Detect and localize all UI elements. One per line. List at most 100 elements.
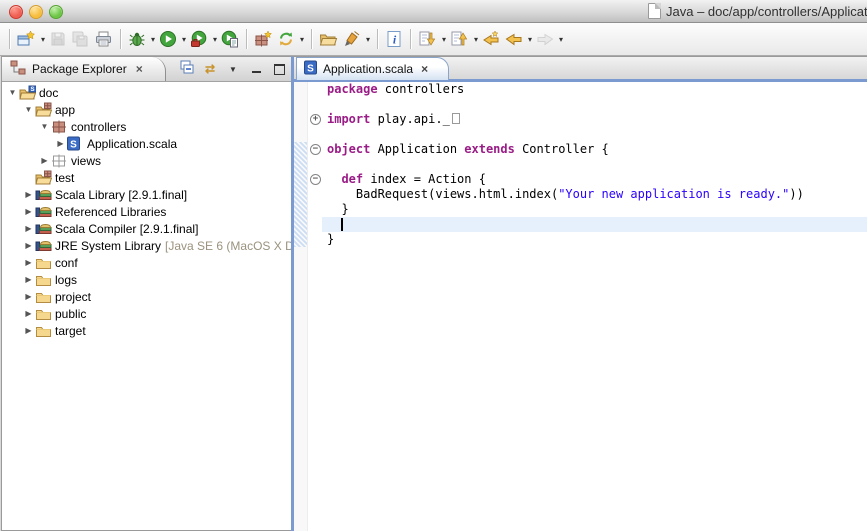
view-menu-button[interactable]: ▼ <box>225 61 241 77</box>
tree-item-application-scala[interactable]: ▶SApplication.scala <box>2 135 291 152</box>
debug-dropdown[interactable]: ▾ <box>149 35 157 44</box>
zoom-window-button[interactable] <box>49 5 63 19</box>
fold-collapse-icon[interactable]: − <box>310 144 321 155</box>
run-external-tools-dropdown[interactable]: ▾ <box>211 35 219 44</box>
code-text <box>327 172 341 186</box>
tree-item-scala-library-2-9-1-final[interactable]: ▶Scala Library [2.9.1.final] <box>2 186 291 203</box>
refresh-button[interactable] <box>275 27 297 51</box>
chevron-collapsed-icon[interactable]: ▶ <box>22 309 35 318</box>
tree-item-controllers[interactable]: ▼ controllers <box>2 118 291 135</box>
chevron-collapsed-icon[interactable]: ▶ <box>22 258 35 267</box>
code-keyword: def <box>341 172 363 186</box>
tree-item-logs[interactable]: ▶logs <box>2 271 291 288</box>
code-keyword: extends <box>464 142 515 156</box>
tree-item-app[interactable]: ▼app <box>2 101 291 118</box>
collapse-all-button[interactable] <box>179 61 195 77</box>
debug-bug-icon <box>128 30 146 48</box>
chevron-collapsed-icon[interactable]: ▶ <box>22 224 35 233</box>
back-button[interactable] <box>503 27 525 51</box>
run-file-button[interactable] <box>219 27 241 51</box>
collapsed-region-icon[interactable] <box>452 113 460 124</box>
tree-item-label: Scala Compiler [2.9.1.final] <box>55 222 198 236</box>
tree-item-public[interactable]: ▶public <box>2 305 291 322</box>
refresh-dropdown[interactable]: ▾ <box>298 35 306 44</box>
next-annotation-button[interactable] <box>416 27 439 51</box>
fold-expand-icon[interactable]: + <box>310 114 321 125</box>
close-icon[interactable]: × <box>421 62 428 76</box>
chevron-collapsed-icon[interactable]: ▶ <box>22 207 35 216</box>
tree-item-label: Referenced Libraries <box>55 205 166 219</box>
tree-item-conf[interactable]: ▶conf <box>2 254 291 271</box>
run-dropdown[interactable]: ▾ <box>180 35 188 44</box>
code-line[interactable]: } <box>322 232 867 247</box>
code-line[interactable]: package controllers <box>322 82 867 97</box>
close-window-button[interactable] <box>9 5 23 19</box>
run-button[interactable] <box>157 27 179 51</box>
tree-item-views[interactable]: ▶views <box>2 152 291 169</box>
last-edit-location-button[interactable] <box>480 27 503 51</box>
tree-item-target[interactable]: ▶target <box>2 322 291 339</box>
tab-package-explorer[interactable]: Package Explorer × <box>2 57 166 81</box>
search-button[interactable] <box>340 27 363 51</box>
chevron-collapsed-icon[interactable]: ▶ <box>22 275 35 284</box>
chevron-collapsed-icon[interactable]: ▶ <box>54 139 67 148</box>
chevron-collapsed-icon[interactable]: ▶ <box>38 156 51 165</box>
tree-item-label: Application.scala <box>87 137 177 151</box>
next-annotation-icon <box>418 30 437 48</box>
chevron-collapsed-icon[interactable]: ▶ <box>22 190 35 199</box>
code-line[interactable]: import play.api._ <box>322 112 867 127</box>
minimize-window-button[interactable] <box>29 5 43 19</box>
fold-collapse-icon[interactable]: − <box>310 174 321 185</box>
forward-dropdown[interactable]: ▾ <box>557 35 565 44</box>
link-with-editor-button[interactable]: ⇄ <box>202 61 218 77</box>
chevron-expanded-icon[interactable]: ▼ <box>22 105 35 114</box>
print-button[interactable] <box>92 27 115 51</box>
link-editor-icon: ⇄ <box>205 62 215 76</box>
code-text: play.api._ <box>370 112 449 126</box>
tab-application-scala[interactable]: S Application.scala × <box>296 57 449 80</box>
code-text-area[interactable]: package controllers import play.api._obje… <box>322 82 867 531</box>
back-dropdown[interactable]: ▾ <box>526 35 534 44</box>
run-external-tools-button[interactable] <box>188 27 210 51</box>
chevron-expanded-icon[interactable]: ▼ <box>38 122 51 131</box>
chevron-collapsed-icon[interactable]: ▶ <box>22 326 35 335</box>
code-text: controllers <box>378 82 465 96</box>
minimize-button[interactable] <box>248 61 264 77</box>
title-bar[interactable]: Java – doc/app/controllers/Application.s… <box>0 0 867 23</box>
next-annotation-dropdown[interactable]: ▾ <box>440 35 448 44</box>
javadoc-button[interactable]: i <box>383 27 405 51</box>
code-line[interactable]: BadRequest(views.html.index("Your new ap… <box>322 187 867 202</box>
back-arrow-icon <box>505 30 523 48</box>
new-package-button[interactable] <box>252 27 275 51</box>
code-line[interactable] <box>322 97 867 112</box>
folding-ruler[interactable]: + − − <box>307 82 323 531</box>
tree-item-scala-compiler-2-9-1-final[interactable]: ▶ Scala Compiler [2.9.1.final] <box>2 220 291 237</box>
code-line[interactable] <box>322 157 867 172</box>
tree-item-jre-system-library[interactable]: ▶JRE System Library[Java SE 6 (MacOS X D… <box>2 237 291 254</box>
new-button[interactable] <box>15 27 38 51</box>
code-line[interactable] <box>322 127 867 142</box>
tree-item-label: controllers <box>71 120 126 134</box>
previous-annotation-button[interactable] <box>448 27 471 51</box>
tree-item-project[interactable]: ▶project <box>2 288 291 305</box>
editor-tab-bar: S Application.scala × <box>294 57 867 82</box>
code-line[interactable]: object Application extends Controller { <box>322 142 867 157</box>
code-line[interactable]: def index = Action { <box>322 172 867 187</box>
previous-annotation-dropdown[interactable]: ▾ <box>472 35 480 44</box>
tree-item-doc[interactable]: ▼Sdoc <box>2 84 291 101</box>
chevron-collapsed-icon[interactable]: ▶ <box>22 241 35 250</box>
scala-file-icon: S <box>67 136 84 152</box>
annotation-ruler[interactable] <box>294 82 307 531</box>
code-line[interactable]: } <box>322 202 867 217</box>
open-resource-button[interactable] <box>317 27 340 51</box>
chevron-collapsed-icon[interactable]: ▶ <box>22 292 35 301</box>
tree-item-test[interactable]: test <box>2 169 291 186</box>
chevron-expanded-icon[interactable]: ▼ <box>6 88 19 97</box>
close-icon[interactable]: × <box>136 62 143 76</box>
tree-item-referenced-libraries[interactable]: ▶ Referenced Libraries <box>2 203 291 220</box>
new-dropdown[interactable]: ▾ <box>39 35 47 44</box>
search-dropdown[interactable]: ▾ <box>364 35 372 44</box>
code-line-current[interactable] <box>322 217 867 232</box>
maximize-button[interactable] <box>271 61 287 77</box>
debug-button[interactable] <box>126 27 148 51</box>
